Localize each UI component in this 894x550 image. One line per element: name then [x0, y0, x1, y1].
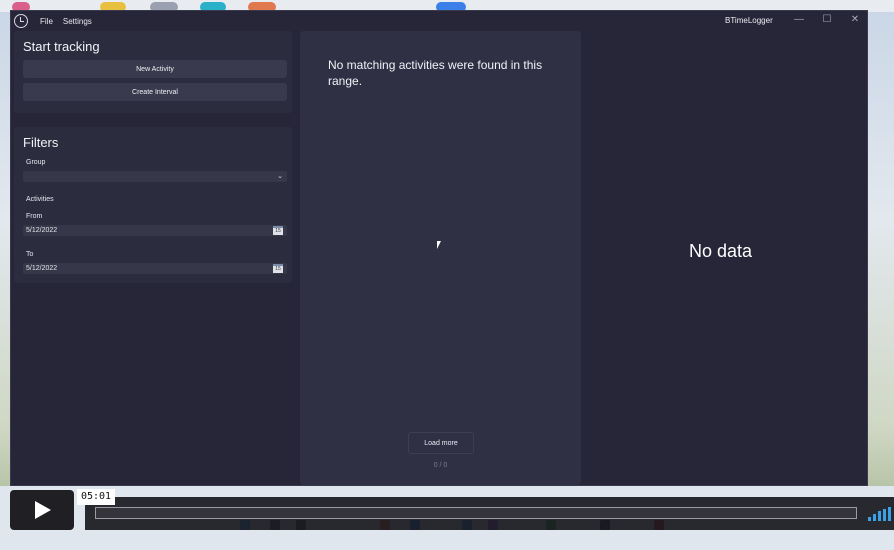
- seek-track[interactable]: [95, 507, 857, 519]
- calendar-icon[interactable]: 15: [273, 264, 283, 273]
- volume-icon[interactable]: [868, 507, 892, 521]
- to-date-field[interactable]: 5/12/2022 15: [23, 263, 287, 274]
- chevron-down-icon: ⌄: [277, 173, 283, 180]
- video-seek-bar[interactable]: [85, 497, 894, 530]
- window-title: BTimeLogger: [725, 16, 773, 25]
- filters-panel: Filters Group ⌄ Activities From 5/12/202…: [14, 127, 292, 283]
- create-interval-button[interactable]: Create Interval: [23, 83, 287, 101]
- new-activity-button[interactable]: New Activity: [23, 60, 287, 78]
- empty-activities-message: No matching activities were found in thi…: [328, 58, 543, 88]
- from-date-field[interactable]: 5/12/2022 15: [23, 225, 287, 236]
- group-select[interactable]: ⌄: [23, 171, 287, 182]
- mouse-cursor-icon: [437, 241, 441, 249]
- close-button[interactable]: ✕: [845, 13, 865, 29]
- play-button[interactable]: [10, 490, 74, 530]
- to-date-value: 5/12/2022: [26, 265, 58, 272]
- to-label: To: [26, 251, 34, 258]
- app-window: File Settings BTimeLogger — ☐ ✕ Start tr…: [10, 10, 868, 486]
- activities-label: Activities: [26, 196, 54, 203]
- clock-icon: [14, 14, 28, 28]
- calendar-icon[interactable]: 15: [273, 226, 283, 235]
- title-bar: File Settings BTimeLogger — ☐ ✕: [11, 11, 867, 31]
- menu-file[interactable]: File: [40, 17, 53, 26]
- group-label: Group: [26, 159, 46, 166]
- start-tracking-title: Start tracking: [23, 39, 100, 54]
- filters-title: Filters: [23, 135, 59, 150]
- from-date-value: 5/12/2022: [26, 227, 58, 234]
- current-time: 05:01: [77, 489, 115, 505]
- page-count: 0 / 0: [433, 462, 448, 469]
- minimize-button[interactable]: —: [789, 13, 809, 29]
- maximize-button[interactable]: ☐: [817, 13, 837, 29]
- menu-settings[interactable]: Settings: [63, 17, 92, 26]
- activity-list-panel: No matching activities were found in thi…: [300, 31, 581, 485]
- start-tracking-panel: Start tracking New Activity Create Inter…: [14, 31, 292, 113]
- load-more-button[interactable]: Load more: [408, 432, 474, 454]
- from-label: From: [26, 213, 43, 220]
- no-data-message: No data: [689, 241, 753, 261]
